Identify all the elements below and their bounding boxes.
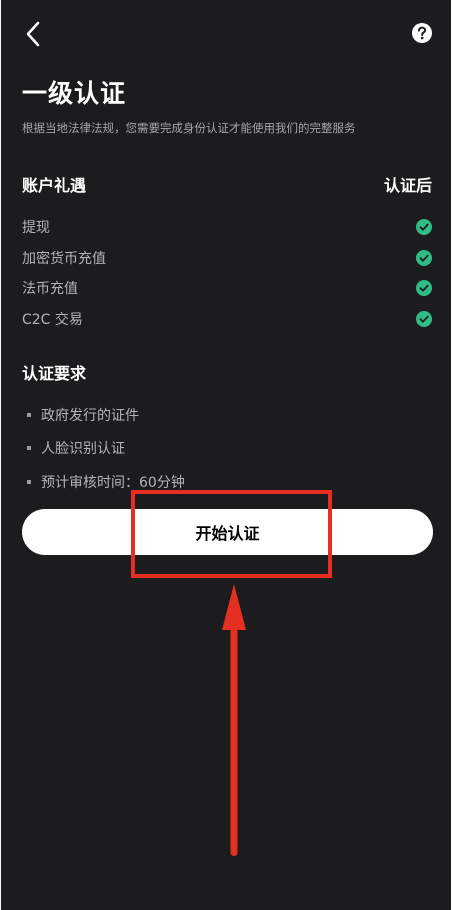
check-icon: [416, 310, 432, 327]
benefits-column-label: 认证后: [383, 176, 432, 195]
requirement-item: 政府发行的证件: [27, 398, 185, 432]
benefits-list: 提现 加密货币充值 法币充值 C2C 交易: [22, 212, 432, 334]
page-title: 一级认证: [22, 79, 127, 108]
benefit-label: 加密货币充值: [22, 250, 106, 267]
benefit-label: 提现: [22, 220, 50, 237]
back-button[interactable]: [19, 18, 49, 50]
requirement-item: 人脸识别认证: [27, 432, 185, 466]
requirement-label: 预计审核时间：60分钟: [41, 474, 185, 491]
benefit-row-crypto-deposit: 加密货币充值: [22, 243, 432, 274]
question-circle-icon: [412, 23, 432, 43]
benefits-header: 账户礼遇 认证后: [22, 172, 432, 196]
requirement-label: 政府发行的证件: [41, 407, 139, 424]
bullet-icon: [27, 479, 31, 484]
bullet-icon: [27, 446, 31, 451]
requirements-title: 认证要求: [22, 364, 87, 383]
chevron-left-icon: [26, 21, 40, 47]
check-icon: [416, 280, 432, 297]
benefit-label: 法币充值: [22, 281, 78, 298]
start-verification-button[interactable]: 开始认证: [22, 509, 433, 555]
benefit-row-c2c: C2C 交易: [22, 304, 432, 335]
start-verification-label: 开始认证: [195, 524, 260, 543]
benefit-row-withdraw: 提现: [22, 212, 432, 243]
bullet-icon: [27, 412, 31, 417]
check-icon: [416, 219, 432, 236]
verification-screen: 一级认证 根据当地法律法规，您需要完成身份认证才能使用我们的完整服务 账户礼遇 …: [1, 0, 451, 910]
requirements-list: 政府发行的证件 人脸识别认证 预计审核时间：60分钟: [27, 398, 185, 499]
check-icon: [416, 249, 432, 266]
benefit-label: C2C 交易: [22, 311, 83, 328]
benefit-row-fiat-deposit: 法币充值: [22, 273, 432, 304]
requirement-label: 人脸识别认证: [41, 441, 125, 458]
page-subtitle: 根据当地法律法规，您需要完成身份认证才能使用我们的完整服务: [22, 121, 356, 135]
benefits-title: 账户礼遇: [22, 176, 87, 195]
help-button[interactable]: [411, 22, 433, 44]
requirement-item: 预计审核时间：60分钟: [27, 465, 185, 499]
